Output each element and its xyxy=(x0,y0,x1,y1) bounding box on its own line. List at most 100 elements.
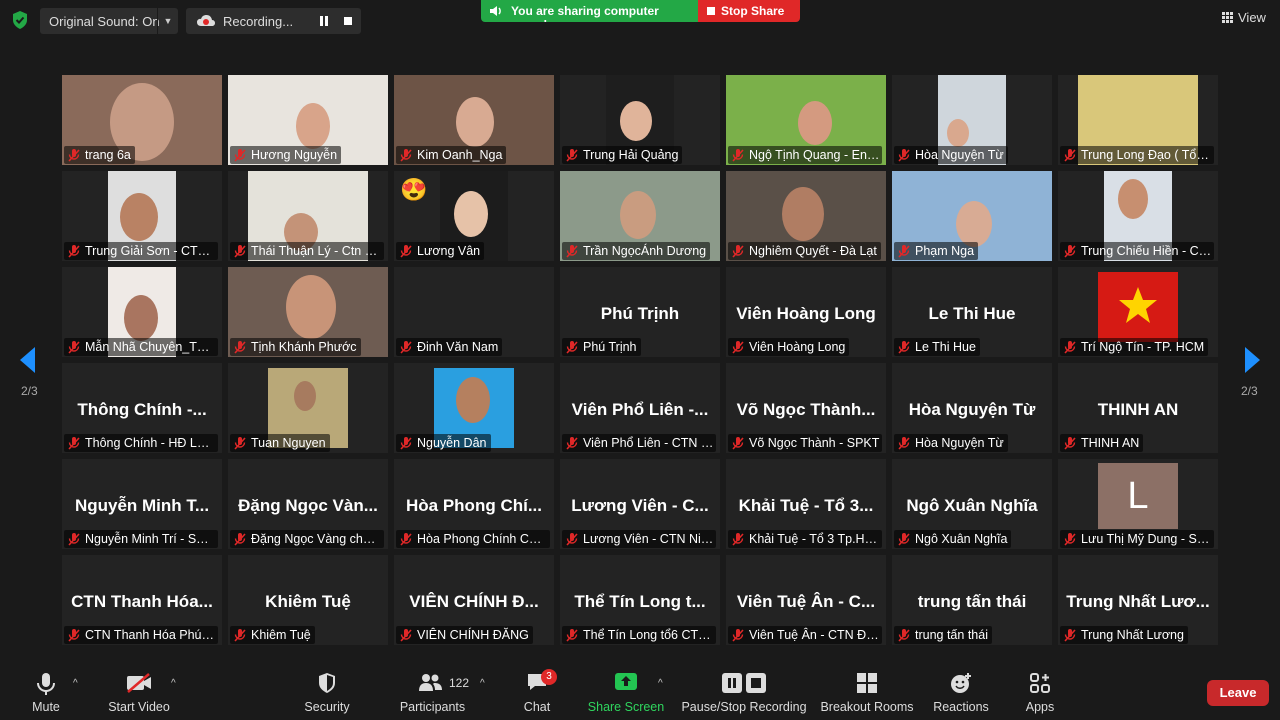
participant-tile[interactable]: 😍 Lương Vân xyxy=(394,171,554,261)
participant-tile[interactable]: Thái Thuận Lý - Ctn Đà... xyxy=(228,171,388,261)
next-page-arrow-icon[interactable] xyxy=(1242,345,1262,375)
participant-nameplate: Nguyễn Minh Trí - SPKT xyxy=(64,530,218,548)
participant-tile[interactable]: Phạm Nga xyxy=(892,171,1052,261)
microphone-icon xyxy=(37,673,55,695)
breakout-rooms-button[interactable]: Breakout Rooms xyxy=(820,660,914,720)
participant-tile[interactable]: Viên Tuệ Ân - C... Viên Tuệ Ân - CTN Đài.… xyxy=(726,555,886,645)
stop-share-label: Stop Share xyxy=(721,4,785,18)
participant-tile[interactable]: Trung Giải Sơn - CTN ... xyxy=(62,171,222,261)
participant-tile[interactable]: Hương Nguyễn xyxy=(228,75,388,165)
participant-tile[interactable]: CTN Thanh Hóa... CTN Thanh Hóa Phúc ... xyxy=(62,555,222,645)
participant-tile[interactable]: trang 6a xyxy=(62,75,222,165)
leave-button[interactable]: Leave xyxy=(1207,680,1269,706)
participant-tile[interactable]: Kim Oanh_Nga xyxy=(394,75,554,165)
participant-tile[interactable]: Trần NgọcÁnh Dương xyxy=(560,171,720,261)
participant-tile[interactable]: Ngộ Tịnh Quang - Eng... xyxy=(726,75,886,165)
participant-tile[interactable]: Nguyễn Dân xyxy=(394,363,554,453)
participant-tile[interactable]: Tịnh Khánh Phước xyxy=(228,267,388,357)
start-video-button[interactable]: Start Video xyxy=(100,660,178,720)
pause-recording-icon[interactable] xyxy=(319,16,329,26)
share-options-caret-icon[interactable]: ^ xyxy=(658,678,663,689)
participants-icon xyxy=(419,674,442,691)
participant-display-name: Thể Tín Long t... xyxy=(574,592,706,611)
apps-button[interactable]: Apps xyxy=(1015,660,1065,720)
encryption-shield-icon[interactable] xyxy=(10,10,30,30)
mute-button[interactable]: Mute xyxy=(16,660,76,720)
participant-tile[interactable]: Khải Tuệ - Tổ 3... Khải Tuệ - Tổ 3 Tp.HCM xyxy=(726,459,886,549)
muted-mic-icon xyxy=(898,245,910,258)
participant-name: trung tấn thái xyxy=(915,628,988,642)
chat-button[interactable]: 3 Chat xyxy=(512,660,562,720)
participant-display-name: THINH AN xyxy=(1097,400,1179,419)
participant-face xyxy=(120,193,158,241)
participant-face xyxy=(454,191,488,237)
chevron-down-icon[interactable]: ▼ xyxy=(157,8,178,34)
participant-display-name: Viên Hoàng Long xyxy=(736,304,876,323)
participant-tile[interactable]: Trung Chiếu Hiền - CT... xyxy=(1058,171,1218,261)
participant-tile[interactable]: Thể Tín Long t... Thể Tín Long tổ6 CTN... xyxy=(560,555,720,645)
participant-tile[interactable]: Trung Nhất Lươ... Trung Nhất Lương xyxy=(1058,555,1218,645)
participant-tile[interactable]: Trung Hải Quảng xyxy=(560,75,720,165)
participants-caret-icon[interactable]: ^ xyxy=(480,678,485,689)
participant-display-name: CTN Thanh Hóa... xyxy=(71,592,213,611)
participant-tile[interactable]: Thông Chính -... Thông Chính - HĐ Lon... xyxy=(62,363,222,453)
participant-name: Trung Giải Sơn - CTN ... xyxy=(85,244,218,258)
participant-tile[interactable]: Đặng Ngọc Vàn... Đặng Ngọc Vàng chún... xyxy=(228,459,388,549)
participant-tile[interactable]: Võ Ngọc Thành... Võ Ngọc Thành - SPKT xyxy=(726,363,886,453)
stop-recording-icon[interactable] xyxy=(344,17,352,25)
participant-name: Hương Nguyễn xyxy=(251,148,338,162)
participant-tile[interactable]: Ngô Xuân Nghĩa Ngô Xuân Nghĩa xyxy=(892,459,1052,549)
recording-label: Recording... xyxy=(223,14,294,29)
participant-name: Phạm Nga xyxy=(915,244,975,258)
participant-tile[interactable]: Mẫn Nhã Chuyên_Tổ 3... xyxy=(62,267,222,357)
participant-tile[interactable]: trung tấn thái trung tấn thái xyxy=(892,555,1052,645)
original-sound-toggle[interactable]: Original Sound: On ▼ xyxy=(40,8,178,34)
participant-tile[interactable]: Tuan Nguyen xyxy=(228,363,388,453)
participant-tile[interactable]: Nguyễn Minh T... Nguyễn Minh Trí - SPKT xyxy=(62,459,222,549)
participant-nameplate: Viên Tuệ Ân - CTN Đài... xyxy=(728,626,882,644)
participant-tile[interactable]: Nghiêm Quyết - Đà Lạt xyxy=(726,171,886,261)
participant-tile[interactable]: Đinh Văn Nam xyxy=(394,267,554,357)
participant-tile[interactable]: THINH AN THINH AN xyxy=(1058,363,1218,453)
participant-tile[interactable]: Phú Trịnh Phú Trịnh xyxy=(560,267,720,357)
participant-tile[interactable]: Viên Hoàng Long Viên Hoàng Long xyxy=(726,267,886,357)
participant-nameplate: Tịnh Khánh Phước xyxy=(230,338,361,356)
participant-tile[interactable]: Trí Ngộ Tín - TP. HCM xyxy=(1058,267,1218,357)
muted-mic-icon xyxy=(1064,437,1076,450)
participant-tile[interactable]: Hòa Phong Chí... Hòa Phong Chính CTN... xyxy=(394,459,554,549)
participant-nameplate: Trung Chiếu Hiền - CT... xyxy=(1060,242,1214,260)
security-button[interactable]: Security xyxy=(297,660,357,720)
participant-nameplate: Mẫn Nhã Chuyên_Tổ 3... xyxy=(64,338,218,356)
participant-tile[interactable]: L Lưu Thị Mỹ Dung - SP... xyxy=(1058,459,1218,549)
participant-name: Tuan Nguyen xyxy=(251,436,326,450)
participant-tile[interactable]: Khiêm Tuệ Khiêm Tuệ xyxy=(228,555,388,645)
participant-tile[interactable]: Hòa Nguyện Từ Hòa Nguyện Từ xyxy=(892,363,1052,453)
audio-options-caret-icon[interactable]: ^ xyxy=(73,678,78,689)
participant-tile[interactable]: Trung Long Đạo ( Tổ L... xyxy=(1058,75,1218,165)
breakout-label: Breakout Rooms xyxy=(820,700,914,714)
participant-tile[interactable]: Lương Viên - C... Lương Viên - CTN Nin... xyxy=(560,459,720,549)
participant-tile[interactable]: Le Thi Hue Le Thi Hue xyxy=(892,267,1052,357)
muted-mic-icon xyxy=(898,149,910,162)
reactions-label: Reactions xyxy=(933,700,989,714)
participant-tile[interactable]: Hòa Nguyện Từ xyxy=(892,75,1052,165)
participants-label: Participants xyxy=(399,700,466,714)
muted-mic-icon xyxy=(732,533,744,546)
video-options-caret-icon[interactable]: ^ xyxy=(171,678,176,689)
reactions-button[interactable]: Reactions xyxy=(928,660,994,720)
view-button[interactable]: View xyxy=(1222,10,1266,25)
share-screen-button[interactable]: Share Screen xyxy=(586,660,666,720)
participant-face xyxy=(456,97,494,147)
pause-stop-recording-button[interactable]: Pause/Stop Recording xyxy=(680,660,808,720)
muted-mic-icon xyxy=(400,149,412,162)
muted-mic-icon xyxy=(1064,245,1076,258)
participants-button[interactable]: 122 Participants xyxy=(395,660,470,720)
participant-tile[interactable]: VIÊN CHÍNH Đ... VIÊN CHÍNH ĐĂNG xyxy=(394,555,554,645)
participant-tile[interactable]: Viên Phổ Liên -... Viên Phổ Liên - CTN H.… xyxy=(560,363,720,453)
stop-share-button[interactable]: Stop Share xyxy=(698,0,800,22)
participant-nameplate: Khiêm Tuệ xyxy=(230,626,315,644)
muted-mic-icon xyxy=(566,245,578,258)
participant-nameplate: CTN Thanh Hóa Phúc ... xyxy=(64,626,218,644)
previous-page-arrow-icon[interactable] xyxy=(18,345,38,375)
share-screen-icon xyxy=(615,673,637,690)
